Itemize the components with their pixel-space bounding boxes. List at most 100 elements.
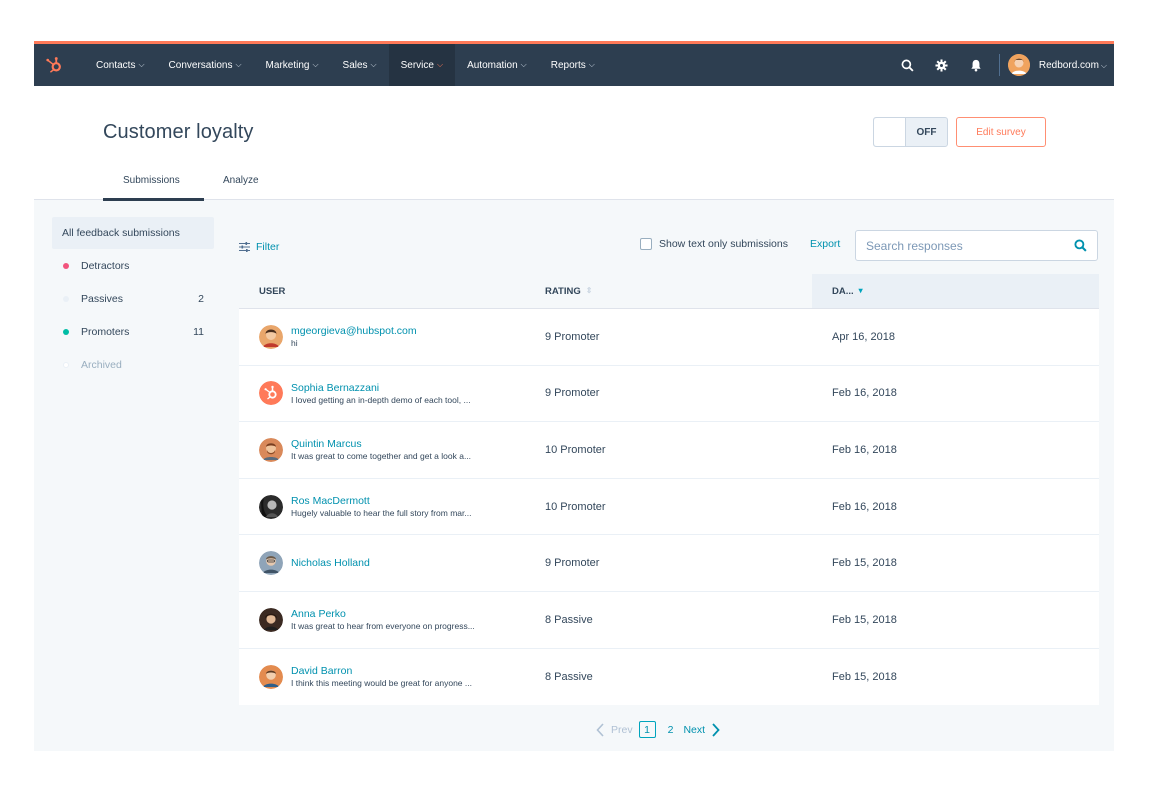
chevron-down-icon: ⌵ — [138, 60, 145, 69]
table-row[interactable]: Sophia Bernazzani I loved getting an in-… — [239, 366, 1099, 423]
table-row[interactable]: Anna Perko It was great to hear from eve… — [239, 592, 1099, 649]
user-name-link[interactable]: Nicholas Holland — [291, 557, 370, 569]
filter-button[interactable]: Filter — [239, 241, 279, 253]
user-cell: David Barron I think this meeting would … — [239, 664, 525, 689]
rating-cell: 10 Promoter — [545, 500, 606, 513]
user-name-link[interactable]: David Barron — [291, 665, 472, 677]
feedback-preview: I loved getting an in-depth demo of each… — [291, 394, 471, 405]
toggle-knob — [874, 118, 906, 146]
user-avatar[interactable] — [1007, 54, 1030, 76]
user-name-link[interactable]: mgeorgieva@hubspot.com — [291, 325, 417, 337]
prev-label: Prev — [611, 723, 633, 736]
page-title: Customer loyalty — [103, 121, 254, 143]
table-row[interactable]: David Barron I think this meeting would … — [239, 649, 1099, 706]
column-header-date[interactable]: DA... ▾ — [812, 274, 1099, 308]
page-1-button[interactable]: 1 — [638, 721, 656, 738]
search-box — [855, 230, 1098, 261]
chevron-down-icon: ⌵ — [370, 60, 377, 69]
feedback-preview: It was great to hear from everyone on pr… — [291, 621, 475, 632]
edit-survey-button[interactable]: Edit survey — [956, 117, 1046, 147]
sidebar-item-label: Passives — [81, 292, 124, 305]
nav-label: Sales — [342, 59, 368, 71]
tab-submissions[interactable]: Submissions — [123, 175, 180, 186]
nav-service[interactable]: Service ⌵ — [388, 44, 456, 86]
search-icon[interactable] — [1074, 239, 1087, 252]
archived-dot-icon — [63, 361, 69, 368]
table-row[interactable]: mgeorgieva@hubspot.com hi 9 Promoter Apr… — [239, 309, 1099, 366]
nav-label: Contacts — [96, 59, 136, 71]
user-name-link[interactable]: Sophia Bernazzani — [291, 382, 471, 394]
person-avatar-icon — [259, 607, 283, 632]
chevron-right-icon — [712, 722, 720, 737]
show-text-only-toggle[interactable]: Show text only submissions — [640, 238, 788, 250]
prev-page-button[interactable]: Prev — [596, 722, 633, 737]
chevron-down-icon: ⌵ — [588, 60, 595, 69]
user-name-link[interactable]: Anna Perko — [291, 608, 475, 620]
date-cell: Feb 15, 2018 — [832, 613, 897, 626]
sidebar-item-promoters[interactable]: Promoters 11 — [52, 315, 214, 348]
feedback-preview: Hugely valuable to hear the full story f… — [291, 508, 472, 519]
date-cell: Feb 16, 2018 — [832, 443, 897, 456]
column-label: RATING — [545, 285, 581, 297]
user-name-link[interactable]: Ros MacDermott — [291, 495, 471, 507]
nav-marketing[interactable]: Marketing ⌵ — [254, 44, 331, 86]
date-cell: Feb 16, 2018 — [832, 387, 897, 400]
chevron-down-icon: ⌵ — [436, 60, 444, 69]
survey-toggle[interactable]: OFF — [873, 117, 948, 147]
nav-reports[interactable]: Reports ⌵ — [539, 44, 607, 86]
table-row[interactable]: Quintin Marcus It was great to come toge… — [239, 422, 1099, 479]
sidebar-item-count: 2 — [198, 292, 204, 305]
gear-icon[interactable] — [925, 58, 959, 72]
column-header-rating[interactable]: RATING ⇕ — [525, 274, 812, 308]
chevron-down-icon: ⌵ — [520, 60, 527, 69]
page-header: Customer loyalty OFF Edit survey Submiss… — [34, 86, 1114, 201]
rating-cell: 9 Promoter — [545, 330, 600, 343]
table-header: USER RATING ⇕ DA... ▾ — [239, 274, 1099, 309]
export-link[interactable]: Export — [810, 238, 840, 250]
detractor-dot-icon — [63, 262, 69, 269]
sidebar-item-detractors[interactable]: Detractors — [52, 249, 214, 282]
date-cell: Feb 15, 2018 — [832, 670, 897, 683]
sidebar-item-all[interactable]: All feedback submissions — [52, 217, 214, 249]
person-avatar-icon — [259, 324, 283, 349]
date-cell: Feb 16, 2018 — [832, 500, 897, 513]
nav-sales[interactable]: Sales ⌵ — [331, 44, 389, 86]
table-row[interactable]: Ros MacDermott Hugely valuable to hear t… — [239, 479, 1099, 536]
next-page-button[interactable]: Next — [683, 722, 720, 737]
nav-contacts[interactable]: Contacts ⌵ — [84, 44, 157, 86]
promoter-dot-icon — [63, 328, 69, 335]
bell-icon[interactable] — [959, 59, 993, 72]
hubspot-logo-icon[interactable] — [40, 56, 68, 74]
tab-analyze[interactable]: Analyze — [223, 175, 259, 186]
account-menu[interactable]: Redbord.com ⌵ — [1039, 60, 1107, 71]
show-text-only-checkbox[interactable] — [640, 238, 652, 250]
nav-automation[interactable]: Automation ⌵ — [455, 44, 539, 86]
nav-conversations[interactable]: Conversations ⌵ — [157, 44, 254, 86]
person-avatar-icon — [259, 437, 283, 462]
search-input[interactable] — [866, 238, 1074, 253]
app-frame: Contacts ⌵ Conversations ⌵ Marketing ⌵ Sale… — [34, 41, 1114, 751]
account-name: Redbord.com — [1038, 59, 1099, 71]
person-avatar-icon — [259, 551, 283, 576]
search-icon[interactable] — [891, 59, 925, 72]
chevron-down-icon: ⌵ — [1100, 60, 1107, 70]
feedback-preview: I think this meeting would be great for … — [291, 678, 472, 689]
show-text-only-label: Show text only submissions — [659, 238, 788, 250]
sidebar-item-passives[interactable]: Passives 2 — [52, 282, 214, 315]
user-cell: Anna Perko It was great to hear from eve… — [239, 607, 525, 632]
sidebar-item-archived[interactable]: Archived — [52, 348, 214, 381]
chevron-down-icon: ⌵ — [235, 60, 242, 69]
user-name-link[interactable]: Quintin Marcus — [291, 438, 471, 450]
filter-label: Filter — [256, 241, 280, 253]
nav-label: Marketing — [265, 59, 310, 71]
column-label: DA... — [832, 285, 854, 297]
table-row[interactable]: Nicholas Holland 9 Promoter Feb 15, 2018 — [239, 535, 1099, 592]
hubspot-logo-icon — [259, 381, 283, 406]
person-avatar-icon — [259, 664, 283, 689]
page-2-button[interactable]: 2 — [668, 724, 674, 736]
passive-dot-icon — [63, 295, 69, 302]
nav-label: Conversations — [168, 59, 233, 71]
rating-cell: 9 Promoter — [545, 557, 600, 570]
rating-cell: 8 Passive — [545, 670, 593, 683]
submissions-table: USER RATING ⇕ DA... ▾ mgeorgieva@hubspot.c… — [239, 274, 1099, 706]
